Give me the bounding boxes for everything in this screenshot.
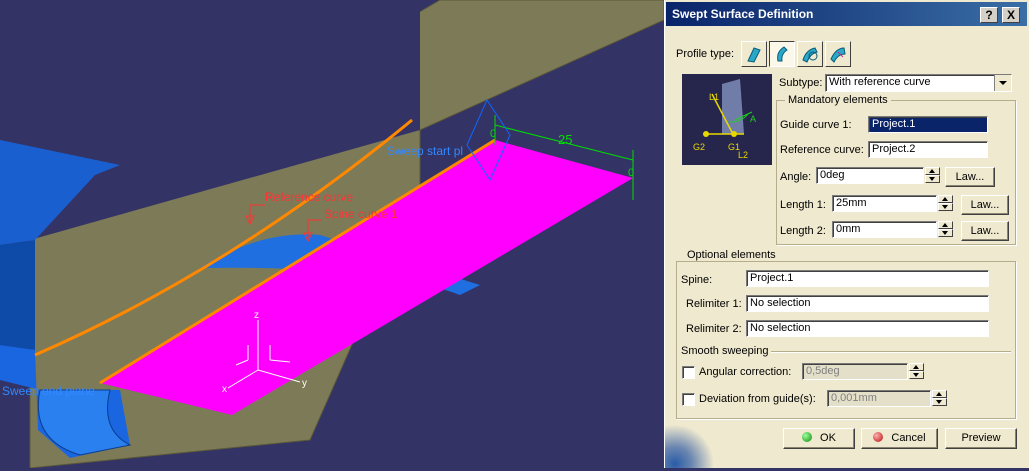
- angular-correction-checkbox[interactable]: [682, 366, 695, 379]
- blue-solid-front[interactable]: [0, 240, 35, 350]
- reference-curve-label: Reference curve:: [780, 144, 864, 156]
- diagram-a: A: [750, 114, 756, 124]
- angle-field[interactable]: 0deg: [816, 167, 924, 184]
- length2-spinner[interactable]: [938, 221, 953, 238]
- angular-correction-label: Angular correction:: [699, 366, 792, 378]
- length1-law-button[interactable]: Law...: [961, 195, 1009, 215]
- swept-surface-dialog: Swept Surface Definition ? X Profile typ…: [664, 0, 1029, 468]
- deviation-label: Deviation from guide(s):: [699, 393, 816, 405]
- conic-profile-icon[interactable]: [797, 41, 823, 67]
- angular-correction-field[interactable]: 0,5deg: [802, 363, 908, 380]
- angle-spinner[interactable]: [925, 167, 940, 184]
- dialog-title: Swept Surface Definition: [672, 7, 814, 21]
- reference-curve-field[interactable]: Project.2: [868, 141, 988, 158]
- guide-curve-1-label: Guide curve 1:: [780, 119, 852, 131]
- ok-label: OK: [820, 432, 836, 444]
- diagram-l1: L1: [709, 92, 719, 102]
- guide-curve-1-field[interactable]: Project.1: [868, 116, 988, 133]
- relimiter2-label: Relimiter 2:: [686, 323, 742, 335]
- label-dim-zero2: 0: [628, 167, 634, 179]
- deviation-checkbox[interactable]: [682, 393, 695, 406]
- spine-label: Spine:: [681, 274, 713, 286]
- ok-icon: [802, 432, 813, 442]
- cancel-icon: [873, 432, 884, 442]
- label-dim-length: 25: [558, 132, 572, 147]
- label-axis-z: z: [254, 310, 259, 321]
- deviation-spinner[interactable]: [932, 390, 947, 407]
- smooth-sweeping-label: Smooth sweeping: [681, 345, 769, 357]
- profile-type-label: Profile type:: [676, 48, 735, 60]
- label-axis-y: y: [302, 378, 307, 389]
- line-profile-icon[interactable]: [741, 41, 767, 67]
- length1-label: Length 1:: [780, 199, 826, 211]
- subtype-diagram: L1 L2 G1 G2 A: [682, 74, 772, 165]
- optional-group-title: Optional elements: [684, 249, 779, 261]
- spine-field[interactable]: Project.1: [746, 270, 989, 287]
- explicit-profile-icon[interactable]: [825, 41, 851, 67]
- length1-field[interactable]: 25mm: [832, 195, 937, 212]
- label-dim-zero: 0: [490, 128, 496, 140]
- 3d-viewport[interactable]: Reference curve Spine curve 1 Sweep star…: [0, 0, 665, 469]
- chevron-down-icon[interactable]: [994, 75, 1011, 91]
- length1-spinner[interactable]: [938, 195, 953, 212]
- label-axis-x: x: [222, 384, 227, 395]
- corner-graphic: [665, 425, 715, 468]
- length2-label: Length 2:: [780, 225, 826, 237]
- angular-correction-spinner[interactable]: [909, 363, 924, 380]
- relimiter2-field[interactable]: No selection: [746, 320, 989, 337]
- label-spine-curve: Spine curve 1: [324, 207, 398, 221]
- ok-button[interactable]: OK: [783, 428, 855, 449]
- relimiter1-label: Relimiter 1:: [686, 298, 742, 310]
- preview-button[interactable]: Preview: [945, 428, 1017, 449]
- subtype-select[interactable]: With reference curve: [825, 74, 1012, 92]
- mandatory-group-title: Mandatory elements: [785, 94, 891, 106]
- smooth-sweeping-divider: [771, 351, 1011, 353]
- subtype-label: Subtype:: [779, 77, 823, 89]
- cancel-button[interactable]: Cancel: [861, 428, 938, 449]
- diagram-g2: G2: [693, 142, 705, 152]
- label-reference-curve: Reference curve: [265, 190, 353, 204]
- subtype-value: With reference curve: [829, 76, 931, 88]
- diagram-g1: G1: [728, 142, 740, 152]
- deviation-field[interactable]: 0,001mm: [827, 390, 931, 407]
- help-button[interactable]: ?: [980, 7, 998, 23]
- length2-law-button[interactable]: Law...: [961, 221, 1009, 241]
- dialog-titlebar[interactable]: Swept Surface Definition ? X: [666, 2, 1027, 26]
- 3d-scene[interactable]: Reference curve Spine curve 1 Sweep star…: [0, 0, 665, 469]
- label-sweep-end: Sweep end plane: [2, 384, 95, 398]
- close-button[interactable]: X: [1002, 7, 1020, 23]
- label-sweep-start: Sweep start pl: [387, 144, 463, 158]
- angle-label: Angle:: [780, 171, 812, 183]
- length2-field[interactable]: 0mm: [832, 221, 937, 238]
- relimiter1-field[interactable]: No selection: [746, 295, 989, 312]
- angle-law-button[interactable]: Law...: [945, 167, 995, 187]
- circle-profile-icon[interactable]: [769, 41, 795, 67]
- cancel-label: Cancel: [891, 432, 926, 444]
